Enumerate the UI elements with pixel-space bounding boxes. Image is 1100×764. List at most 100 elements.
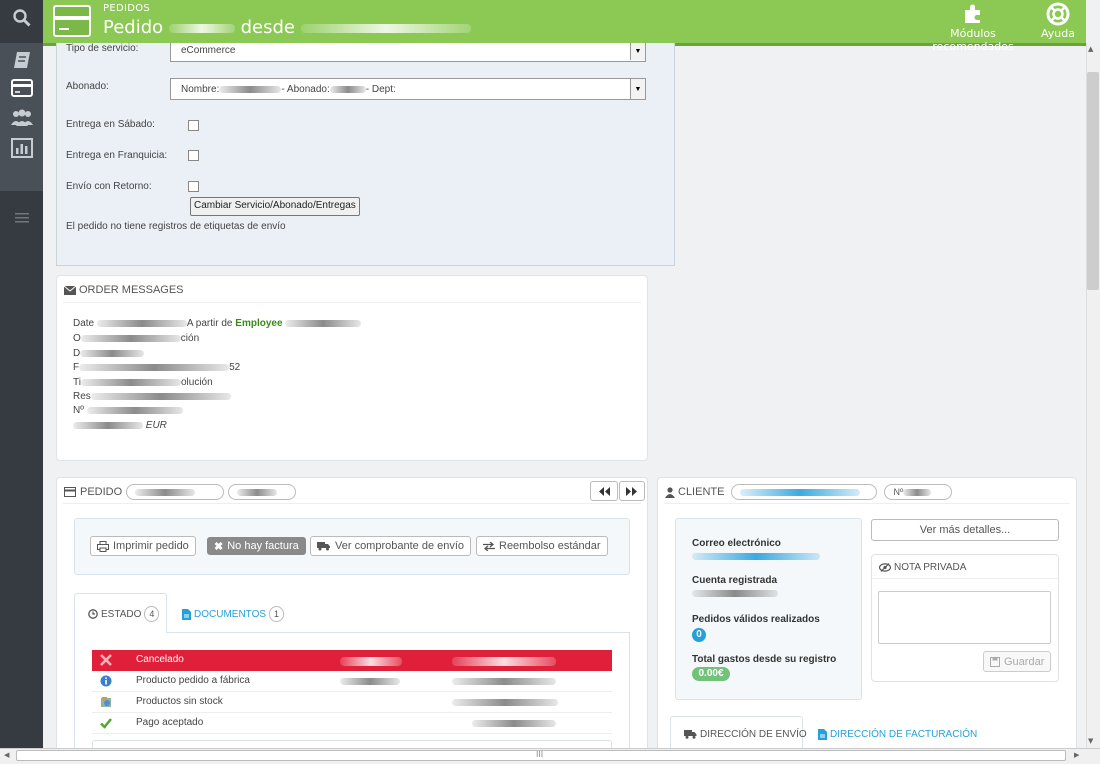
return-shipping-label: Envío con Retorno: (66, 181, 152, 192)
stock-icon (101, 697, 111, 707)
document-icon (182, 608, 191, 620)
puzzle-icon (965, 4, 980, 23)
email-label: Correo electrónico (692, 538, 781, 549)
view-more-details-button[interactable]: Ver más detalles... (871, 519, 1059, 541)
no-invoice-button[interactable]: ✖ No hay factura (207, 537, 306, 555)
message-line: EUR (73, 420, 167, 431)
order-reference-pill (126, 484, 225, 500)
orders-logo-icon (53, 5, 91, 37)
order-number-pill (228, 484, 297, 500)
franchise-delivery-label: Entrega en Franquicia: (66, 150, 168, 161)
service-type-select[interactable]: eCommerce ▼ (170, 43, 646, 62)
scroll-up-arrow-icon[interactable]: ▲ (1088, 45, 1093, 53)
clock-icon (88, 609, 98, 619)
truck-icon (684, 730, 697, 739)
tab-documents[interactable]: DOCUMENTOS 1 (182, 606, 285, 622)
page-title: Pedido desde (103, 17, 471, 38)
message-line: F 52 (73, 362, 241, 373)
envelope-icon (64, 285, 76, 295)
customer-heading: CLIENTE Nº (665, 484, 953, 500)
orders-icon[interactable] (0, 74, 43, 102)
order-heading: PEDIDO (64, 484, 297, 500)
scroll-left-arrow-icon[interactable]: ◀ (4, 751, 9, 759)
tab-shipping-address-label: DIRECCIÓN DE ENVÍO (684, 729, 807, 740)
customer-number-pill: Nº (884, 484, 953, 500)
vertical-scrollbar-thumb[interactable] (1087, 72, 1099, 290)
tab-status-label: ESTADO 4 (88, 606, 160, 622)
print-order-button[interactable]: Imprimir pedido (90, 536, 196, 556)
customer-email[interactable] (692, 553, 820, 560)
message-line: Res (73, 391, 231, 402)
sidebar (0, 0, 43, 748)
lifebuoy-icon (1046, 2, 1070, 26)
message-line: Date A partir de Employee (73, 318, 362, 329)
total-spent-badge: 0.00€ (692, 667, 730, 681)
printer-icon (97, 540, 109, 552)
message-line: D (73, 348, 145, 359)
divider (872, 578, 1058, 579)
total-spent-label: Total gastos desde su registro (692, 654, 837, 665)
menu-toggle-icon[interactable] (0, 204, 43, 232)
breadcrumb[interactable]: PEDIDOS (103, 3, 150, 14)
info-icon (100, 675, 112, 687)
no-labels-text: El pedido no tiene registros de etiqueta… (66, 221, 286, 232)
next-order-button[interactable] (619, 481, 645, 501)
double-chevron-left-icon (599, 486, 610, 496)
account-label: Abonado: (66, 81, 109, 92)
search-icon[interactable] (0, 4, 43, 32)
customer-name-pill (731, 484, 878, 500)
private-note-textarea[interactable] (878, 591, 1051, 644)
account-select[interactable]: Nombre: - Abonado: - Dept: ▼ (170, 78, 646, 100)
page-header: PEDIDOS Pedido desde Módulos recomendado… (43, 0, 1086, 53)
message-line: Nº (73, 405, 183, 416)
chevron-down-icon: ▼ (630, 79, 645, 99)
double-chevron-right-icon (626, 486, 637, 496)
previous-order-button[interactable] (590, 481, 618, 501)
save-note-button[interactable]: Guardar (983, 651, 1052, 672)
scrollbar-grip: III (536, 750, 544, 759)
registered-account-label: Cuenta registrada (692, 575, 778, 586)
registered-date (692, 590, 778, 597)
stats-icon[interactable] (0, 134, 43, 162)
truck-icon (317, 542, 330, 551)
tab-documents-count: 1 (269, 606, 285, 622)
tab-status-count: 4 (144, 606, 160, 622)
scroll-right-arrow-icon[interactable]: ▶ (1074, 751, 1079, 759)
message-line: Ti olución (73, 377, 213, 388)
document-icon (818, 729, 827, 740)
saturday-delivery-checkbox[interactable] (188, 120, 199, 131)
divider (63, 302, 641, 303)
divider (664, 503, 1070, 504)
chevron-down-icon: ▼ (630, 43, 645, 60)
exchange-icon (483, 541, 495, 551)
tab-billing-address[interactable]: DIRECCIÓN DE FACTURACIÓN (818, 729, 977, 740)
help-button[interactable]: Ayuda (1039, 2, 1077, 40)
recommended-modules-button[interactable]: Módulos recomendados (913, 2, 1033, 53)
user-icon (665, 486, 675, 498)
return-shipping-checkbox[interactable] (188, 181, 199, 192)
floppy-icon (990, 656, 1000, 667)
eye-slash-icon (879, 563, 891, 572)
credit-card-icon (64, 487, 76, 497)
status-history-row: Pago aceptado (92, 713, 612, 734)
check-icon (100, 718, 112, 729)
catalog-icon[interactable] (0, 46, 43, 74)
standard-refund-button[interactable]: Reembolso estándar (476, 536, 608, 556)
customers-icon[interactable] (0, 104, 43, 132)
valid-orders-label: Pedidos válidos realizados (692, 614, 820, 625)
status-history-row: Productos sin stock (92, 692, 612, 713)
status-history-row: Producto pedido a fábrica (92, 671, 612, 692)
order-messages-heading: ORDER MESSAGES (64, 284, 184, 296)
scroll-down-arrow-icon[interactable]: ▼ (1088, 737, 1093, 745)
close-icon: ✖ (214, 540, 224, 553)
status-history-row: Cancelado (92, 650, 612, 671)
change-service-button[interactable]: Cambiar Servicio/Abonado/Entregas (190, 197, 360, 216)
message-line: Oción (73, 333, 200, 344)
view-shipping-slip-button[interactable]: Ver comprobante de envío (310, 536, 472, 556)
cancel-icon (100, 654, 112, 666)
divider (63, 503, 641, 504)
franchise-delivery-checkbox[interactable] (188, 150, 199, 161)
valid-orders-badge: 0 (692, 628, 706, 642)
private-note-heading: NOTA PRIVADA (879, 562, 966, 573)
saturday-delivery-label: Entrega en Sábado: (66, 119, 155, 130)
